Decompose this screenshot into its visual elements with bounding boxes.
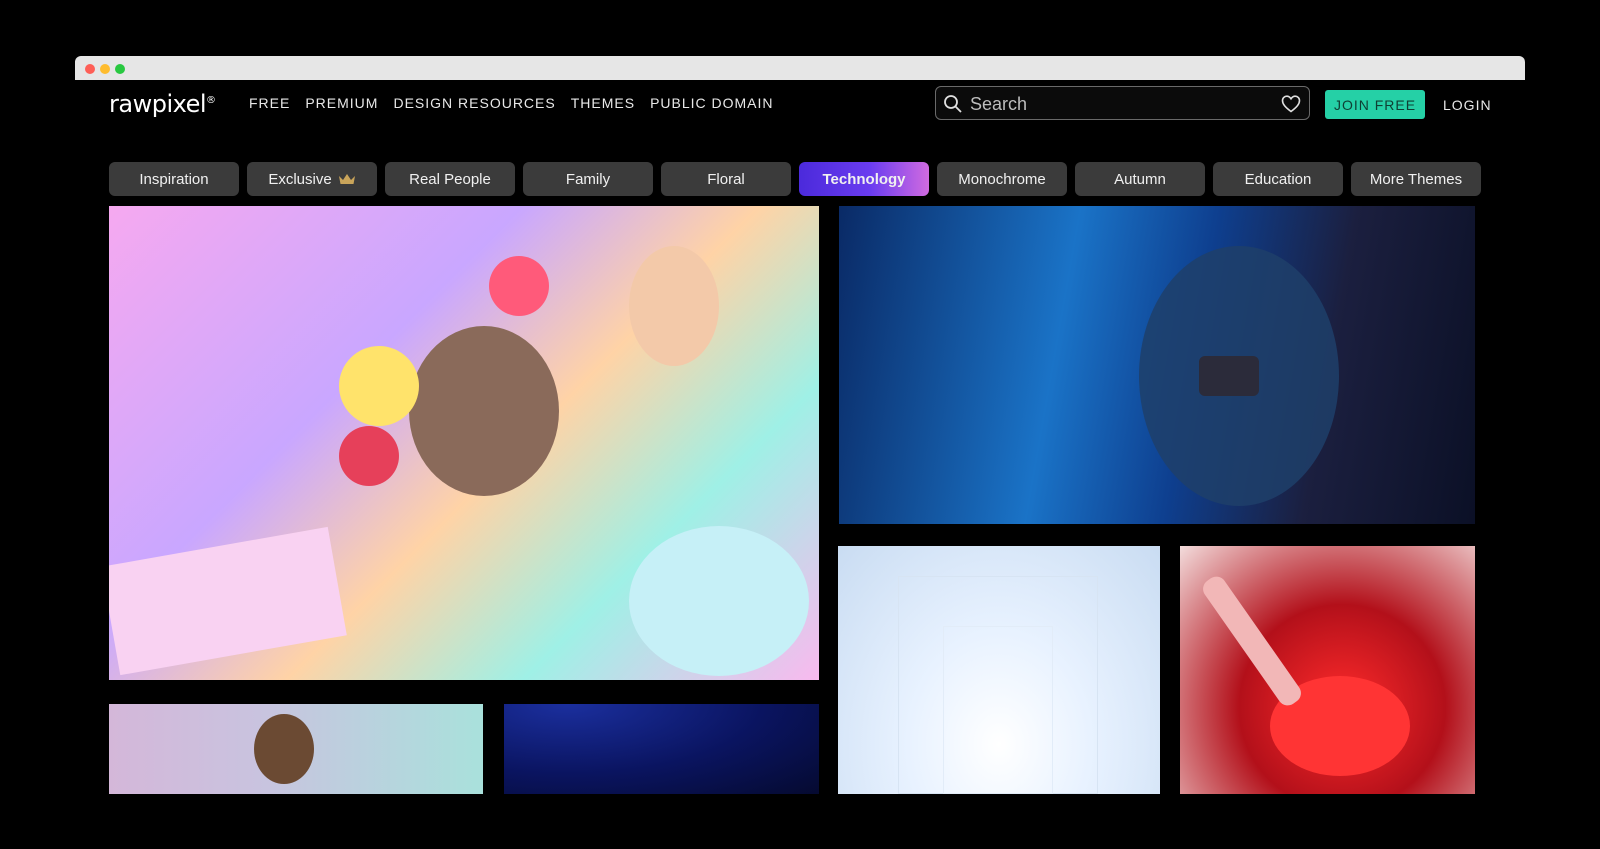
- theme-pill-label: Autumn: [1114, 170, 1166, 188]
- nav-premium[interactable]: PREMIUM: [305, 95, 378, 111]
- illustration-figure: [409, 326, 559, 496]
- illustration-face: [629, 246, 719, 366]
- red-rose-glass-tile[interactable]: [1180, 546, 1475, 794]
- test-tube-shape: [1199, 572, 1305, 710]
- rawpixel-logo[interactable]: rawpixel®: [109, 90, 216, 118]
- site-header: rawpixel® FREE PREMIUM DESIGN RESOURCES …: [75, 80, 1525, 140]
- logo-mark: ®: [206, 95, 216, 106]
- woman-bob-haircut-tile[interactable]: [109, 704, 483, 794]
- theme-pill-label: Technology: [822, 170, 906, 188]
- theme-pill-inspiration[interactable]: Inspiration: [109, 162, 239, 196]
- theme-pills: Inspiration Exclusive Real People Family…: [109, 162, 1481, 196]
- corridor-frame-inner: [943, 626, 1053, 794]
- login-link[interactable]: LOGIN: [1443, 97, 1492, 113]
- theme-pill-technology[interactable]: Technology: [799, 162, 929, 196]
- theme-pill-label: Real People: [409, 170, 491, 188]
- theme-pill-label: Floral: [707, 170, 745, 188]
- theme-pill-real-people[interactable]: Real People: [385, 162, 515, 196]
- pin-shape: [489, 256, 549, 316]
- nav-themes[interactable]: THEMES: [571, 95, 635, 111]
- share-sign-shape: [109, 526, 347, 676]
- search-input[interactable]: [970, 92, 1270, 116]
- theme-pill-label: Exclusive: [268, 170, 332, 188]
- nav-public-domain[interactable]: PUBLIC DOMAIN: [650, 95, 773, 111]
- maximize-window-dot[interactable]: [115, 64, 125, 74]
- search-icon[interactable]: [943, 94, 963, 114]
- main-nav: FREE PREMIUM DESIGN RESOURCES THEMES PUB…: [249, 95, 774, 111]
- theme-pill-education[interactable]: Education: [1213, 162, 1343, 196]
- theme-pill-label: More Themes: [1369, 170, 1463, 188]
- illustration-social-media-tile[interactable]: [109, 206, 819, 680]
- phone-shape: [1199, 356, 1259, 396]
- theme-pill-autumn[interactable]: Autumn: [1075, 162, 1205, 196]
- browser-title-bar: [75, 56, 1525, 80]
- theme-pill-floral[interactable]: Floral: [661, 162, 791, 196]
- browser-window: rawpixel® FREE PREMIUM DESIGN RESOURCES …: [75, 56, 1525, 836]
- heart-bubble-shape: [339, 426, 399, 486]
- wifi-shape: [629, 526, 809, 676]
- theme-pill-monochrome[interactable]: Monochrome: [937, 162, 1067, 196]
- nav-design-resources[interactable]: DESIGN RESOURCES: [393, 95, 555, 111]
- logo-text: rawpixel: [109, 90, 207, 118]
- blue-dotted-abstract-tile[interactable]: [504, 704, 819, 794]
- crown-icon: [338, 174, 355, 184]
- theme-pill-exclusive[interactable]: Exclusive: [247, 162, 377, 196]
- nav-free[interactable]: FREE: [249, 95, 290, 111]
- theme-pill-label: Education: [1244, 170, 1312, 188]
- theme-pill-more-themes[interactable]: More Themes: [1351, 162, 1481, 196]
- theme-pill-label: Family: [565, 170, 611, 188]
- hair-shape: [254, 714, 314, 784]
- theme-pill-label: Monochrome: [958, 170, 1046, 188]
- emoji-shape: [339, 346, 419, 426]
- white-corridor-tile[interactable]: [838, 546, 1160, 794]
- theme-pill-family[interactable]: Family: [523, 162, 653, 196]
- close-window-dot[interactable]: [85, 64, 95, 74]
- search-box: [935, 86, 1310, 120]
- minimize-window-dot[interactable]: [100, 64, 110, 74]
- heart-icon[interactable]: [1281, 95, 1301, 113]
- theme-pill-label: Inspiration: [139, 170, 209, 188]
- join-free-button[interactable]: JOIN FREE: [1325, 90, 1425, 119]
- person-with-phone-blue-tile[interactable]: [839, 206, 1475, 524]
